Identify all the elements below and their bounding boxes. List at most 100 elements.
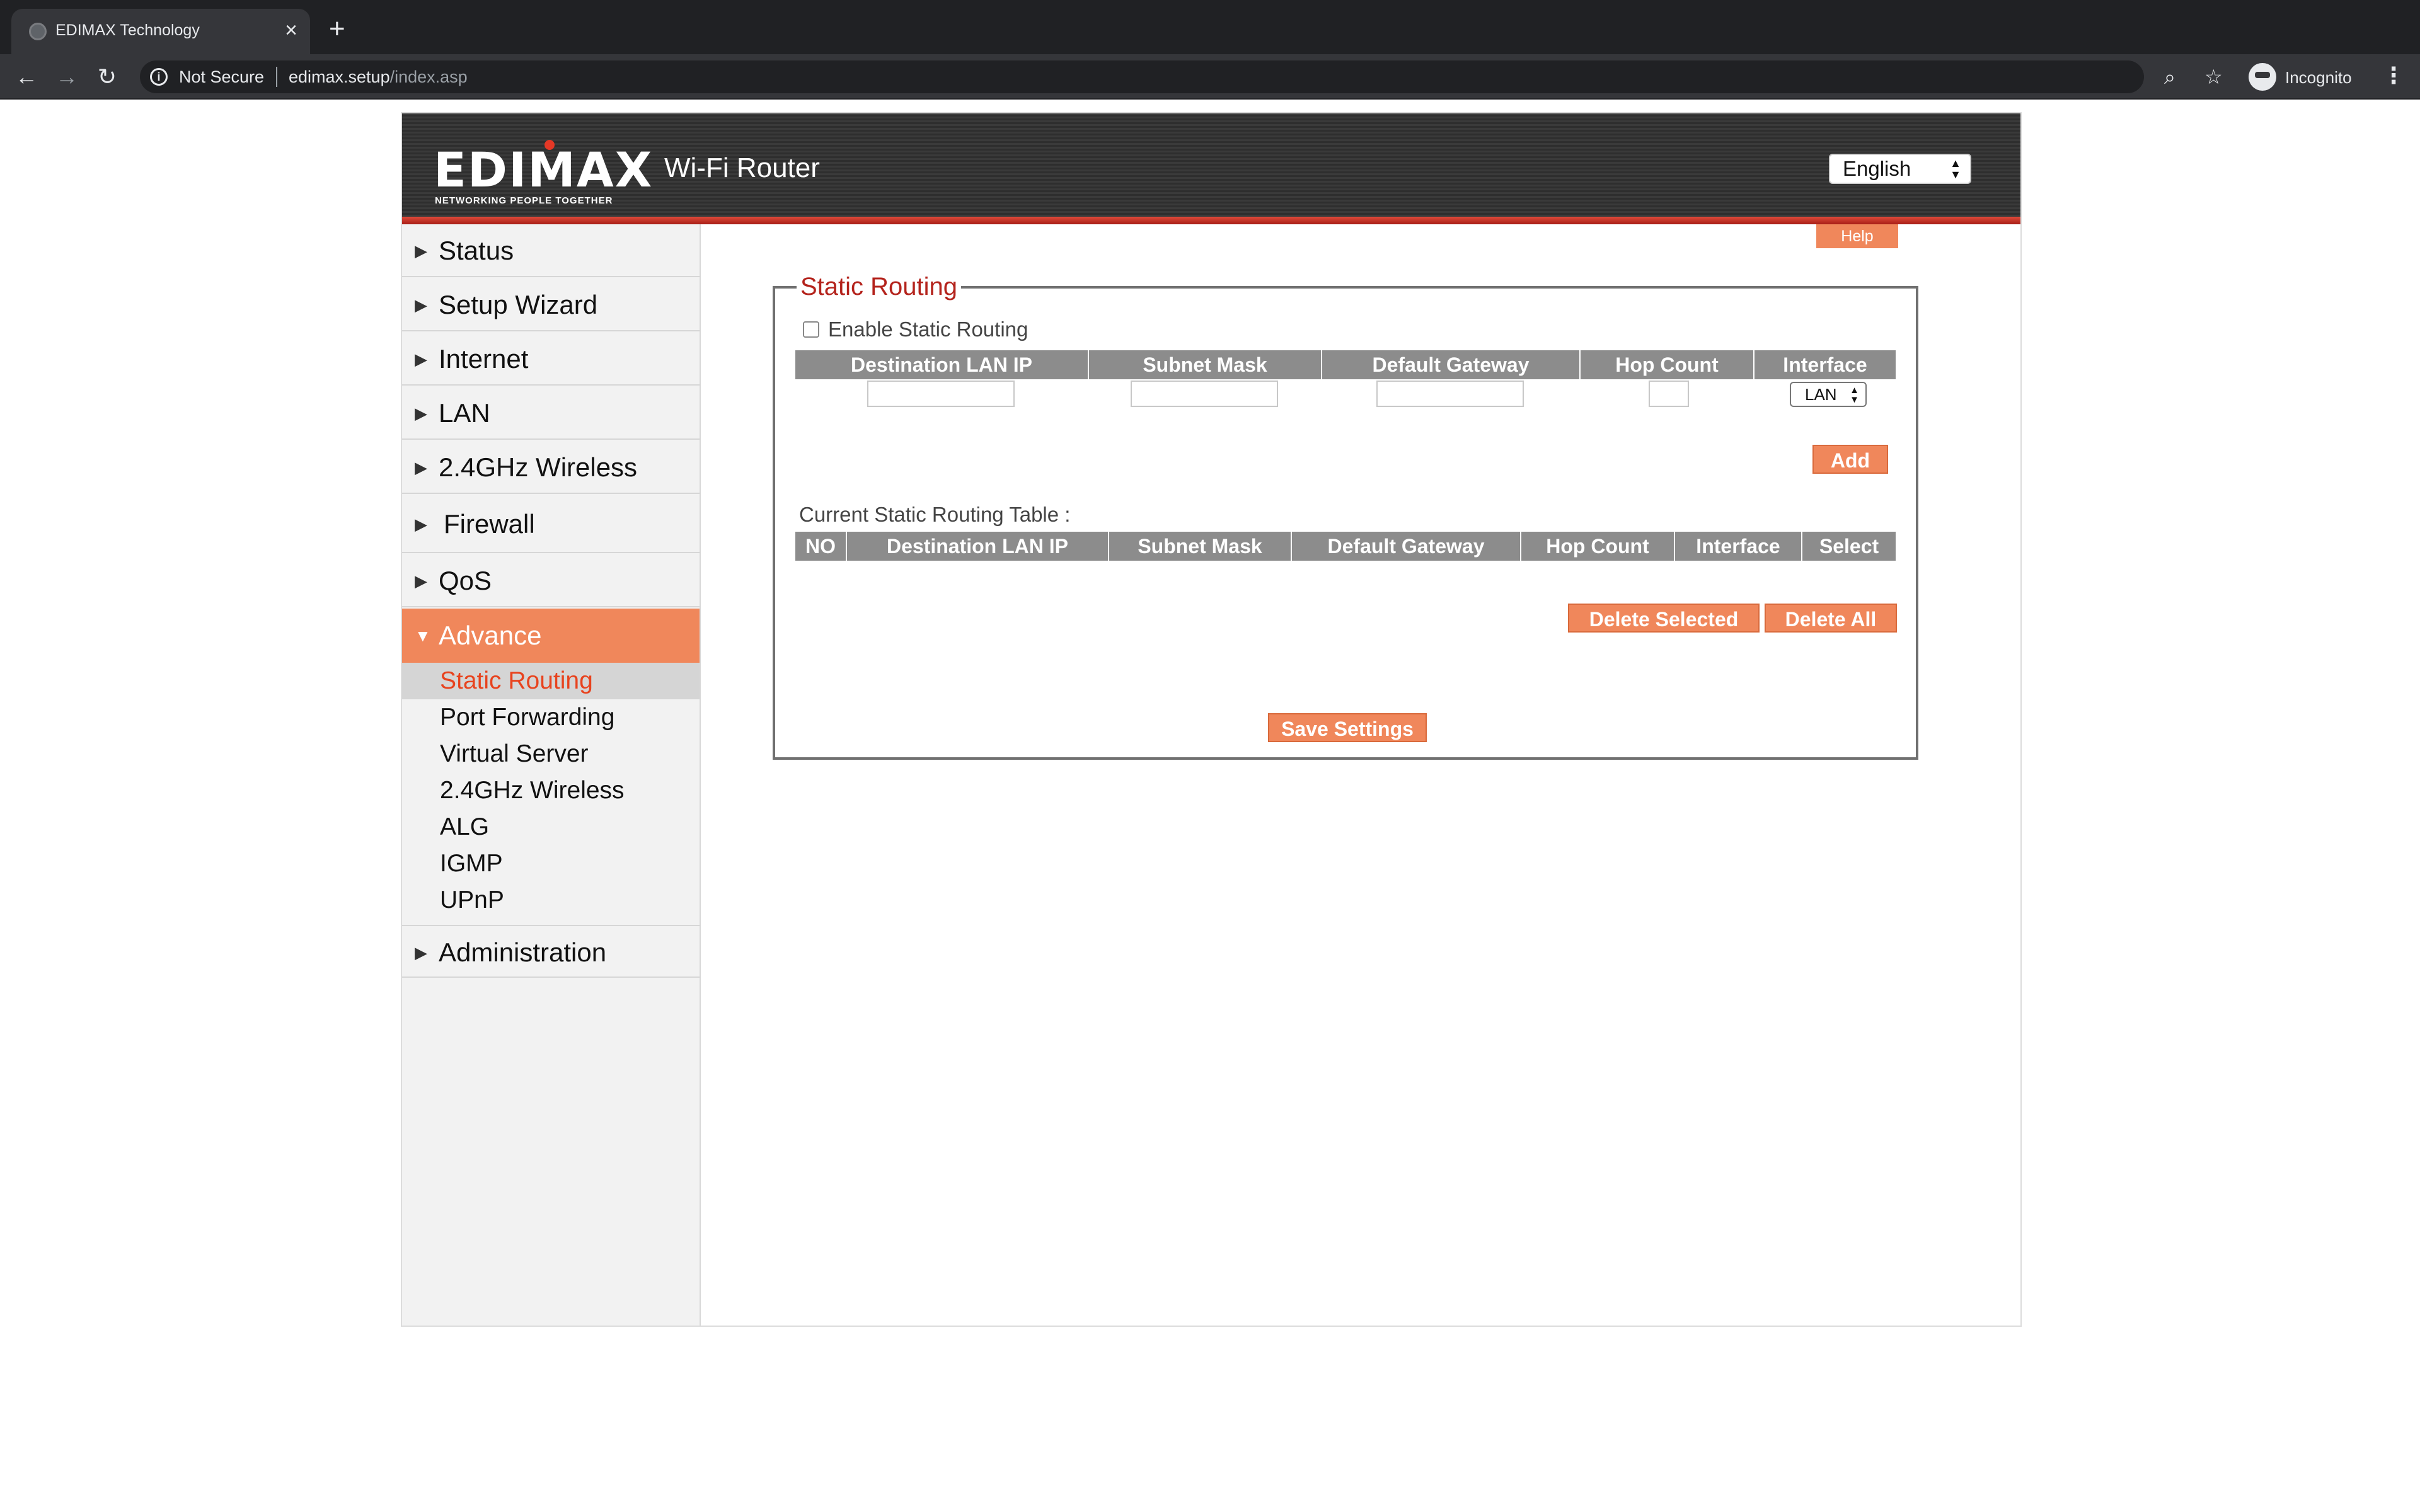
header-red-bar (402, 217, 2020, 224)
column-header: Select (1819, 535, 1879, 558)
omnibox-separator (276, 67, 277, 87)
router-header: EDIMAX NETWORKING PEOPLE TOGETHER Wi-Fi … (402, 113, 2020, 224)
sidebar-item-lan[interactable]: ▶ LAN (402, 387, 700, 440)
sidebar-item-label: Administration (439, 937, 607, 967)
sidebar-item-label: LAN (439, 398, 490, 428)
zoom-icon[interactable]: ⌕ (2164, 66, 2175, 88)
enable-static-routing-checkbox[interactable] (803, 321, 819, 338)
sidebar-subitem-label: Static Routing (440, 667, 593, 694)
sidebar-subitem-label: Port Forwarding (440, 704, 615, 731)
browser-tab[interactable]: EDIMAX Technology × (11, 9, 310, 54)
edimax-logo: EDIMAX NETWORKING PEOPLE TOGETHER (434, 140, 652, 206)
enable-static-routing-label: Enable Static Routing (828, 318, 1028, 341)
globe-icon (29, 23, 47, 40)
sidebar-item-qos[interactable]: ▶ QoS (402, 554, 700, 607)
language-select[interactable]: English ▲ ▼ (1829, 154, 1971, 184)
sidebar-subitem-label: ALG (440, 813, 490, 840)
triangle-right-icon: ▶ (415, 458, 427, 477)
sidebar-item-wireless[interactable]: ▶ 2.4GHz Wireless (402, 441, 700, 494)
interface-select[interactable]: LAN ▲ ▼ (1790, 382, 1867, 407)
tab-title: EDIMAX Technology (55, 21, 200, 39)
column-header: Default Gateway (1292, 532, 1521, 561)
url-host: edimax.setup (289, 67, 390, 86)
sidebar-subitem-upnp[interactable]: UPnP (402, 882, 700, 919)
triangle-right-icon: ▶ (415, 515, 427, 534)
sidebar-item-setup-wizard[interactable]: ▶ Setup Wizard (402, 278, 700, 331)
sidebar-subitem-igmp[interactable]: IGMP (402, 845, 700, 882)
sidebar-item-label: Advance (439, 621, 542, 650)
destination-ip-input[interactable] (867, 381, 1015, 407)
url-path: /index.asp (389, 67, 468, 86)
app-title: Wi-Fi Router (664, 152, 820, 183)
hop-count-input[interactable] (1649, 381, 1689, 407)
select-arrows-icon: ▲ ▼ (1850, 385, 1859, 405)
delete-selected-button[interactable]: Delete Selected (1568, 604, 1760, 633)
sidebar-item-administration[interactable]: ▶ Administration (402, 925, 700, 978)
sidebar-item-label: Internet (439, 344, 529, 374)
language-value: English (1843, 157, 1911, 180)
logo-dot (544, 140, 555, 150)
close-tab-icon[interactable]: × (285, 18, 297, 43)
sidebar-subitem-label: UPnP (440, 886, 504, 914)
add-button[interactable]: Add (1812, 445, 1888, 474)
sidebar-item-internet[interactable]: ▶ Internet (402, 333, 700, 386)
star-icon[interactable]: ☆ (2204, 66, 2223, 88)
sidebar-subitem-static-routing[interactable]: Static Routing (402, 663, 700, 699)
column-header: Hop Count (1581, 350, 1754, 379)
subnet-mask-input[interactable] (1131, 381, 1278, 407)
sidebar-item-firewall[interactable]: ▶ Firewall (402, 495, 700, 553)
browser-toolbar: ← → ↻ i Not Secure edimax.setup/index.as… (0, 54, 2420, 100)
sidebar-item-label: Status (439, 236, 514, 265)
column-header: Interface (1783, 353, 1867, 376)
triangle-down-icon: ▼ (415, 626, 431, 645)
help-button[interactable]: Help (1816, 224, 1898, 248)
sidebar-item-label: 2.4GHz Wireless (439, 452, 638, 482)
forward-icon[interactable]: → (53, 63, 81, 91)
column-header: NO (795, 532, 847, 561)
column-header: Default Gateway (1322, 350, 1581, 379)
sidebar-subitem-port-forwarding[interactable]: Port Forwarding (402, 699, 700, 736)
logo-wordmark: EDIMAX (434, 142, 654, 198)
router-page: EDIMAX NETWORKING PEOPLE TOGETHER Wi-Fi … (401, 112, 2022, 1327)
column-header: Subnet Mask (1109, 532, 1292, 561)
static-routing-panel: Static Routing Enable Static Routing Des… (773, 272, 1918, 760)
select-arrows-icon: ▲ ▼ (1950, 157, 1961, 181)
sidebar-item-status[interactable]: ▶ Status (402, 224, 700, 277)
sidebar-subitem-label: Virtual Server (440, 740, 589, 767)
section-title: Static Routing (797, 272, 962, 301)
sidebar-subitem-virtual-server[interactable]: Virtual Server (402, 736, 700, 772)
route-input-header: Destination LAN IP Subnet Mask Default G… (795, 350, 1896, 379)
save-settings-button[interactable]: Save Settings (1268, 713, 1427, 742)
interface-value: LAN (1805, 385, 1837, 404)
sidebar-item-label: Setup Wizard (439, 290, 598, 319)
triangle-right-icon: ▶ (415, 241, 427, 260)
column-header: Destination LAN IP (847, 532, 1109, 561)
sidebar-item-advance[interactable]: ▼ Advance (402, 609, 700, 663)
current-table-label: Current Static Routing Table : (799, 503, 1071, 526)
sidebar-subitem-label: 2.4GHz Wireless (440, 777, 625, 804)
triangle-right-icon: ▶ (415, 571, 427, 590)
delete-all-button[interactable]: Delete All (1765, 604, 1897, 633)
sidebar-item-label: QoS (439, 566, 492, 595)
default-gateway-input[interactable] (1376, 381, 1524, 407)
sidebar-item-label: Firewall (444, 509, 535, 539)
info-icon[interactable]: i (150, 68, 168, 86)
sidebar-subitem-label: IGMP (440, 850, 503, 877)
column-header: Hop Count (1521, 532, 1675, 561)
security-label[interactable]: Not Secure (179, 67, 264, 87)
triangle-right-icon: ▶ (415, 295, 427, 314)
back-icon[interactable]: ← (13, 63, 40, 91)
new-tab-icon[interactable]: + (329, 14, 345, 44)
routing-table-header: NO Destination LAN IP Subnet Mask Defaul… (795, 532, 1896, 561)
column-header: Destination LAN IP (795, 350, 1089, 379)
column-header: Interface (1675, 532, 1802, 561)
url-text[interactable]: edimax.setup/index.asp (289, 67, 468, 87)
address-bar[interactable]: i Not Secure edimax.setup/index.asp ⌕ ☆ (140, 60, 2223, 93)
sidebar-subitem-alg[interactable]: ALG (402, 809, 700, 845)
triangle-right-icon: ▶ (415, 350, 427, 369)
triangle-right-icon: ▶ (415, 404, 427, 423)
reload-icon[interactable]: ↻ (93, 63, 121, 91)
kebab-menu-icon[interactable]: ⋮ (2382, 63, 2405, 91)
browser-tab-bar: EDIMAX Technology × + (0, 0, 2420, 54)
sidebar-subitem-wireless[interactable]: 2.4GHz Wireless (402, 772, 700, 809)
